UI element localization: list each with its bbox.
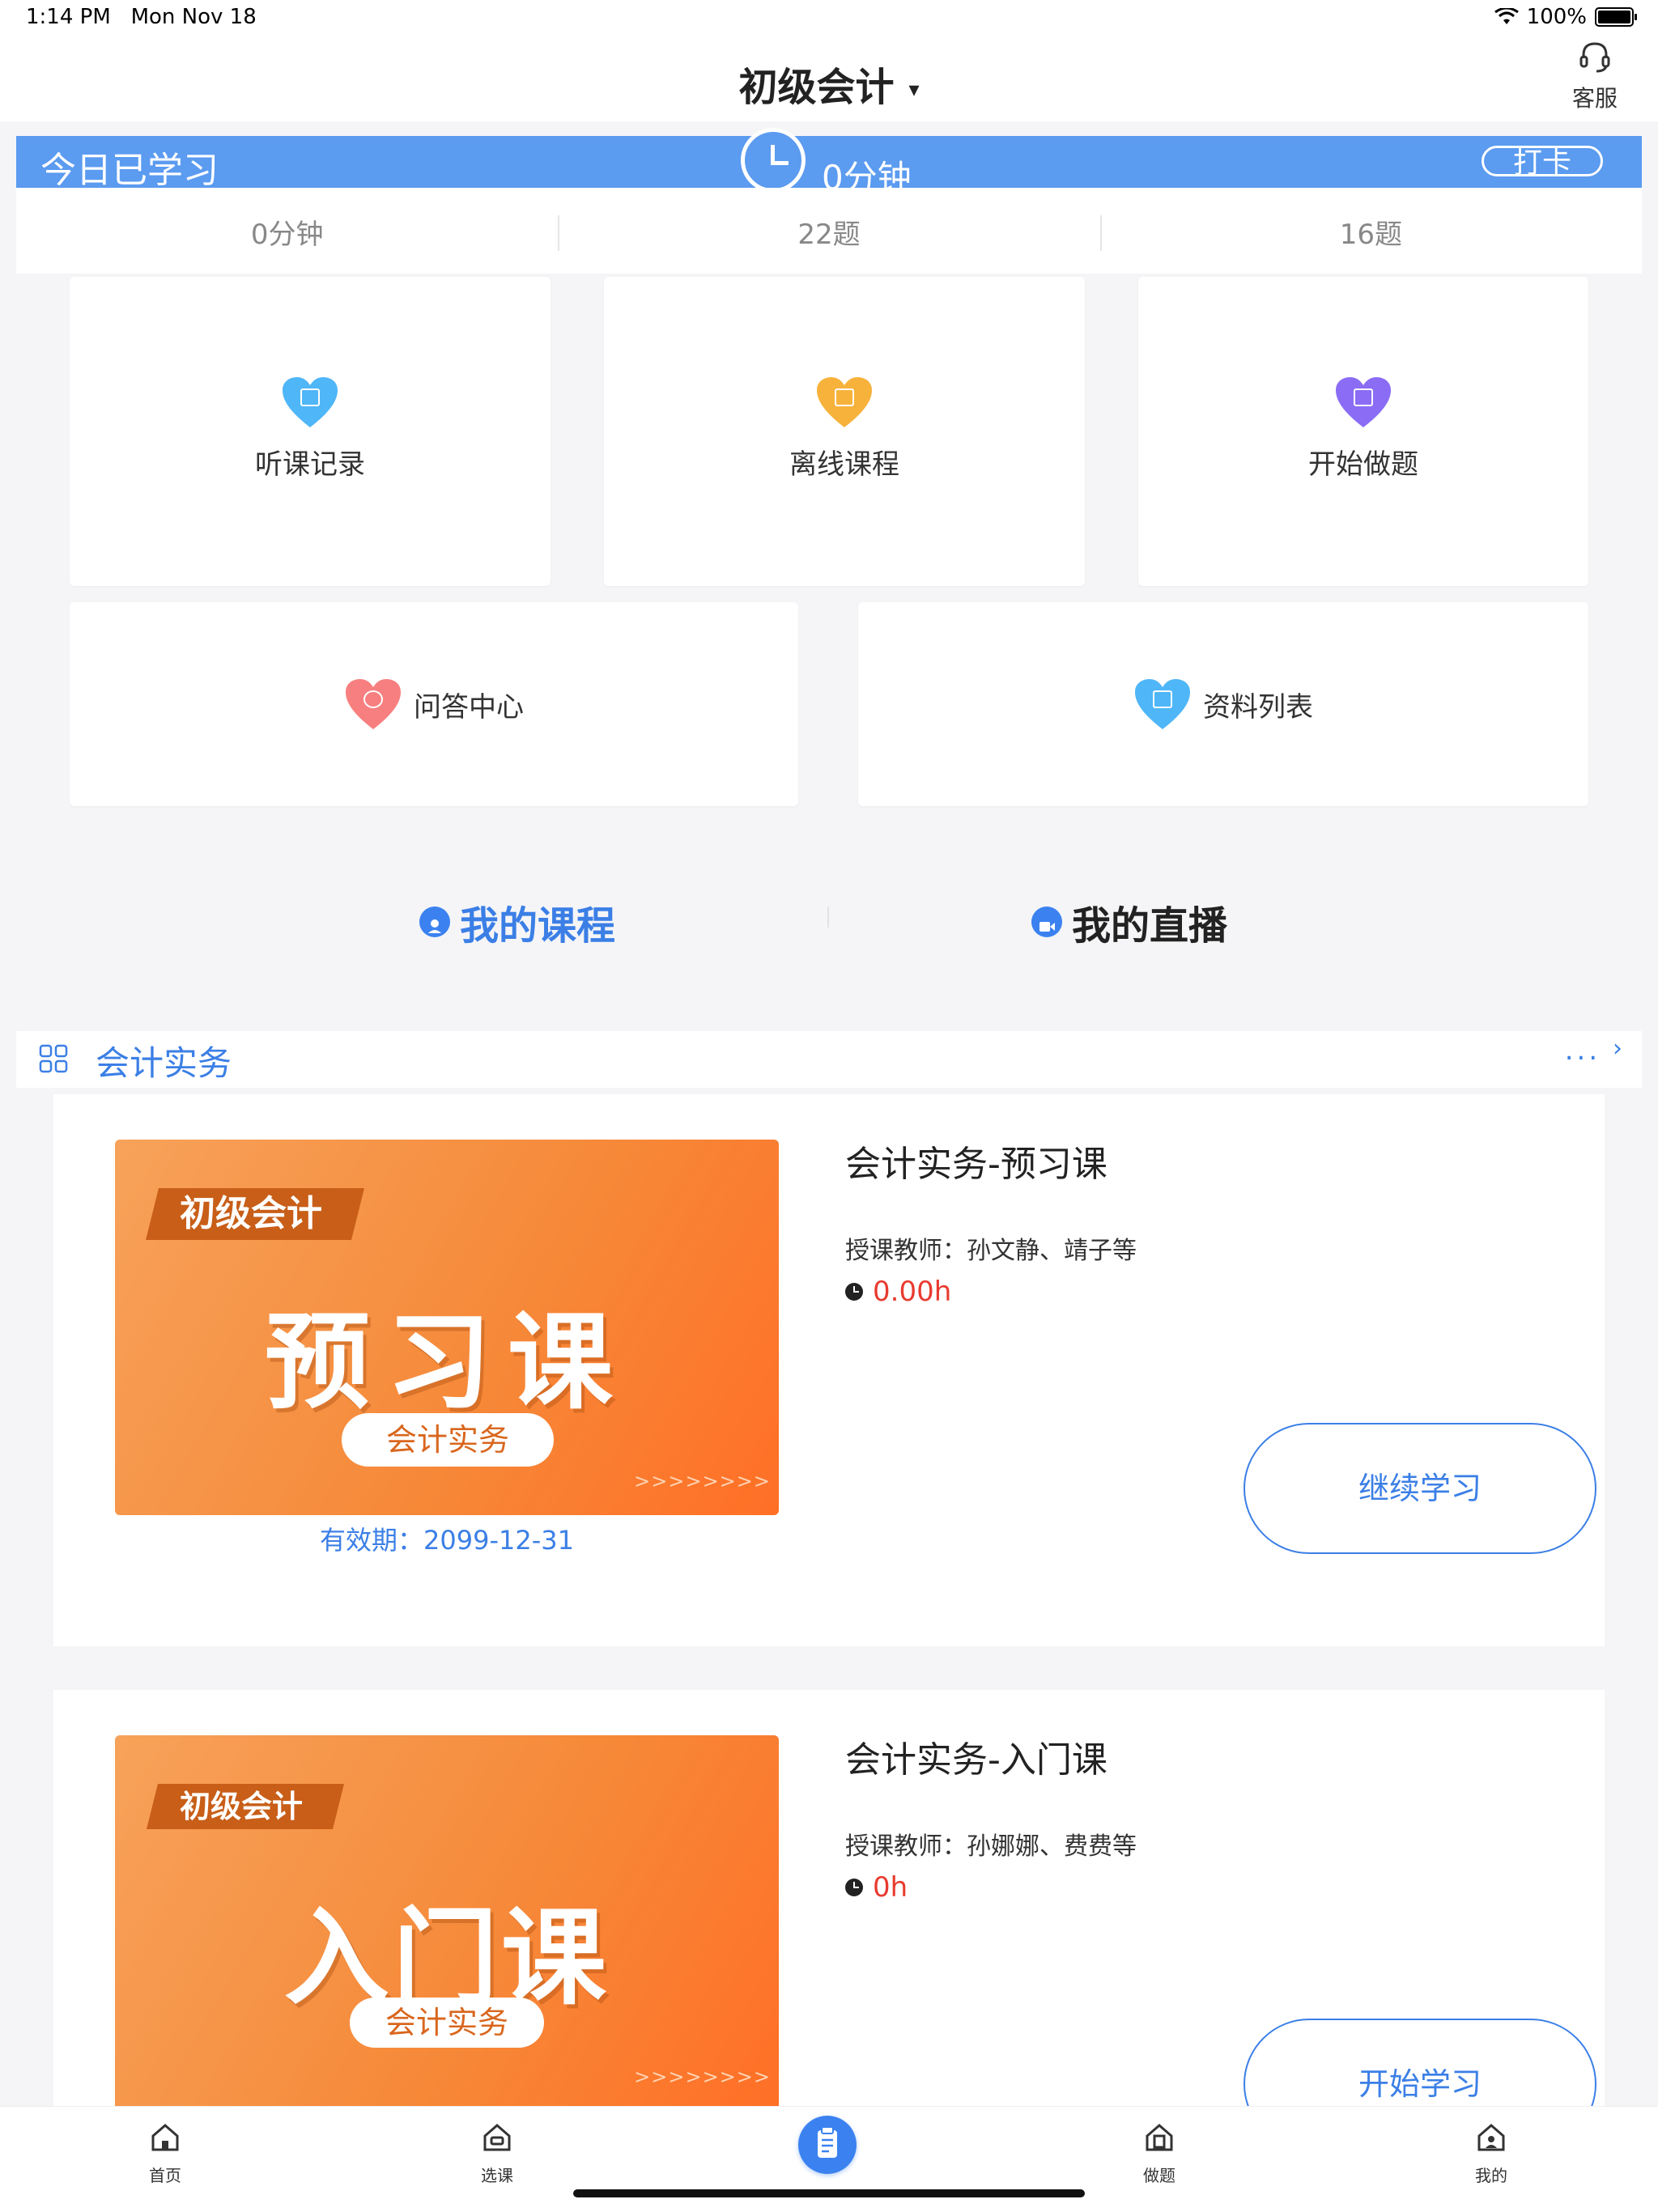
- customer-service-label: 客服: [1571, 85, 1618, 112]
- tab-label: 我的: [1475, 2166, 1507, 2185]
- chevron-right-icon: ›: [1613, 1034, 1626, 1063]
- stat-questions-done: 22题: [558, 188, 1099, 274]
- video-icon: [1031, 906, 1062, 937]
- tab-select-course[interactable]: 选课: [449, 2121, 546, 2186]
- course-hours: 0h: [845, 1871, 908, 1904]
- battery-percent: 100%: [1526, 5, 1587, 29]
- practice-icon: [1334, 376, 1392, 429]
- tab-my-live[interactable]: 我的直播: [1031, 894, 1227, 950]
- thumbnail-arrows: >>>>>>>>: [634, 2066, 771, 2088]
- tab-my-courses[interactable]: 我的课程: [419, 894, 615, 950]
- hours-value: 0.00h: [873, 1276, 952, 1308]
- feature-card-history[interactable]: 听课记录: [70, 277, 551, 586]
- checkin-button[interactable]: 打卡: [1482, 146, 1603, 179]
- thumbnail-subject: 会计实务: [342, 1413, 554, 1467]
- profile-icon: [1477, 2124, 1505, 2151]
- clock-icon: [741, 128, 806, 193]
- home-icon: [151, 2124, 179, 2151]
- wifi-icon: [1494, 8, 1519, 24]
- course-thumbnail: 初级会计 入门课 会计实务 >>>>>>>>: [115, 1735, 779, 2111]
- tab-label: 选课: [481, 2166, 513, 2185]
- subject-selector[interactable]: 初级会计 ▾: [0, 55, 1658, 112]
- thumbnail-arrows: >>>>>>>>: [634, 1470, 771, 1492]
- offline-icon: [815, 376, 874, 429]
- user-icon: [419, 906, 450, 937]
- thumbnail-title: 预习课: [264, 1301, 629, 1424]
- thumbnail-subject: 会计实务: [350, 1998, 544, 2048]
- section-header: 会计实务 ... ›: [16, 1031, 1642, 1088]
- feature-label: 资料列表: [1203, 690, 1313, 724]
- feature-label: 听课记录: [255, 448, 365, 481]
- center-action-button[interactable]: [798, 2116, 857, 2174]
- tab-practice[interactable]: 做题: [1111, 2121, 1208, 2186]
- feature-card-practice[interactable]: 开始做题: [1138, 277, 1588, 586]
- status-date: Mon Nov 18: [130, 5, 257, 29]
- course-name: 会计实务-预习课: [845, 1144, 1107, 1185]
- more-dots: ...: [1564, 1034, 1601, 1067]
- stat-study-time: 0分钟: [250, 219, 324, 251]
- course-card[interactable]: 初级会计 入门课 会计实务 >>>>>>>> 会计实务-入门课 授课教师：孙娜娜…: [53, 1690, 1605, 2111]
- tab-label: 我的直播: [1072, 903, 1228, 949]
- tab-home[interactable]: 首页: [117, 2121, 214, 2186]
- feature-label: 问答中心: [414, 690, 524, 724]
- feature-card-materials[interactable]: 资料列表: [858, 602, 1588, 806]
- history-icon: [281, 376, 339, 429]
- home-indicator: [573, 2189, 1085, 2197]
- nav-header: 初级会计 ▾ 客服: [0, 39, 1658, 121]
- stats-row: 0分钟 22题 16题: [16, 188, 1642, 274]
- practice-tab-icon: [1146, 2124, 1173, 2151]
- feature-label: 开始做题: [1308, 448, 1418, 481]
- caret-down-icon: ▾: [908, 78, 920, 102]
- course-expiry: 有效期：2099-12-31: [320, 1525, 574, 1556]
- tab-label: 首页: [149, 2166, 181, 2185]
- today-study-banner: 今日已学习 0分钟 打卡: [16, 128, 1642, 197]
- course-thumbnail: 初级会计 预习课 会计实务 >>>>>>>>: [115, 1140, 779, 1515]
- tab-label: 做题: [1143, 2166, 1175, 2185]
- section-more-button[interactable]: ... ›: [1565, 1034, 1626, 1067]
- hours-value: 0h: [873, 1871, 908, 1904]
- start-learning-button[interactable]: 开始学习: [1244, 2019, 1596, 2111]
- qa-icon: [344, 677, 402, 731]
- feature-card-qa[interactable]: 问答中心: [70, 602, 798, 806]
- thumbnail-tag: 初级会计: [146, 1188, 364, 1240]
- course-select-icon: [483, 2124, 511, 2151]
- page-title: 初级会计: [738, 65, 895, 110]
- customer-service-button[interactable]: 客服: [1554, 39, 1635, 113]
- clock-icon: [845, 1283, 863, 1301]
- clock-icon: [845, 1879, 863, 1896]
- status-indicators: 100%: [1494, 5, 1637, 29]
- section-title: 会计实务: [96, 1043, 232, 1083]
- course-card[interactable]: 初级会计 预习课 会计实务 >>>>>>>> 有效期：2099-12-31 会计…: [53, 1094, 1605, 1646]
- course-teachers: 授课教师：孙文静、靖子等: [845, 1237, 1137, 1265]
- thumbnail-tag: 初级会计: [147, 1784, 344, 1829]
- battery-icon: [1595, 7, 1637, 27]
- tab-divider: [827, 906, 829, 928]
- tab-mine[interactable]: 我的: [1443, 2121, 1540, 2186]
- materials-icon: [1133, 677, 1192, 731]
- stat-questions-correct: 16题: [1099, 188, 1642, 274]
- clipboard-icon: [818, 2126, 837, 2158]
- grid-icon: [39, 1044, 68, 1073]
- course-hours: 0.00h: [845, 1276, 951, 1308]
- course-name: 会计实务-入门课: [845, 1739, 1107, 1781]
- continue-learning-button[interactable]: 继续学习: [1244, 1423, 1596, 1554]
- feature-label: 离线课程: [789, 448, 899, 481]
- headset-icon: [1579, 42, 1610, 73]
- today-label: 今日已学习: [40, 150, 219, 191]
- feature-card-offline[interactable]: 离线课程: [604, 277, 1085, 586]
- status-time: 1:14 PM Mon Nov 18: [26, 5, 257, 29]
- course-teachers: 授课教师：孙娜娜、费费等: [845, 1832, 1137, 1861]
- tab-label: 我的课程: [460, 903, 616, 949]
- status-bar: 1:14 PM Mon Nov 18 100%: [0, 0, 1658, 39]
